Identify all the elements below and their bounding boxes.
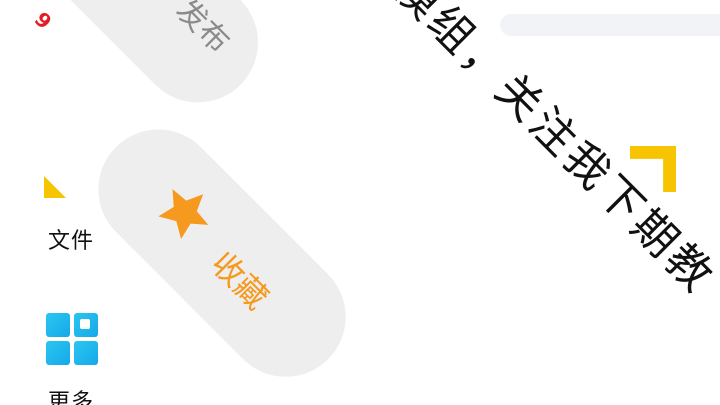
top-bar <box>500 14 720 36</box>
file-corner-icon <box>44 176 66 198</box>
menu-label-file[interactable]: 文件 <box>48 223 94 255</box>
screen: 文件 更多 9 发布 收藏 模组，关注我下期教 <box>0 0 720 405</box>
notification-badge: 9 <box>29 7 57 34</box>
grid-icon[interactable] <box>46 313 98 365</box>
menu-label-more[interactable]: 更多 <box>48 384 94 405</box>
